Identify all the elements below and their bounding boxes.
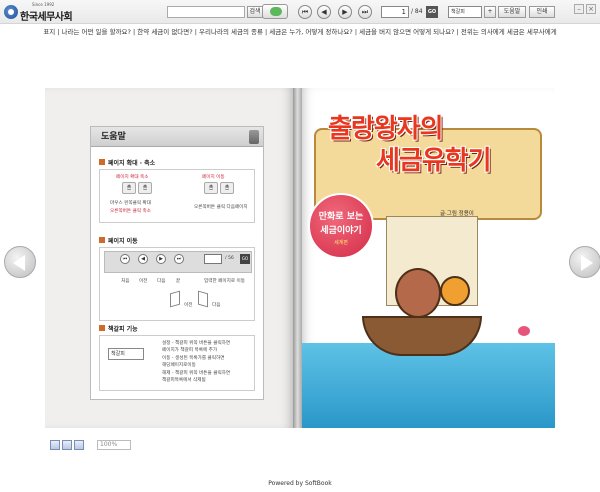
bookmark-select[interactable]: 책갈피 [448,6,482,18]
section-box: 페이지 확대 축소 🖱 🖱 마우스 왼쪽클릭 확대 오른쪽버튼 클릭 축소 페이… [99,169,255,223]
demo-last-icon: ⏭ [174,254,184,264]
balloon-line2: 세금이야기 [320,226,362,236]
mouse-icon: 🖱 [220,182,234,194]
next-page-button[interactable]: ▶ [338,5,352,19]
bookmark-desc5: 해제 - 책갈피 위쪽 버튼을 클릭하면 [162,371,231,376]
demo-bookmark-select: 책갈피 [108,348,144,360]
mouse-icon: 🖱 [204,182,218,194]
demo-go: GO [240,254,250,264]
search-button[interactable]: 검색 [247,6,263,18]
section-title: 책갈피 기능 [99,323,255,333]
page-flip-icon [170,290,180,308]
demo-next-label: 다음 [212,303,221,308]
help-section-zoom: 페이지 확대 · 축소 페이지 확대 축소 🖱 🖱 마우스 왼쪽클릭 확대 오른… [99,157,255,223]
section-title: 페이지 확대 · 축소 [99,157,255,167]
double-page-icon[interactable] [74,440,84,450]
cover-title-line2: 세금유학기 [376,146,492,176]
demo-label-last: 끝 [176,279,181,284]
panel-tab-icon [249,130,259,144]
page-flip-icon [198,290,208,308]
section-bullet-icon [99,325,105,331]
balloon-line1: 만화로 보는 [318,212,364,222]
demo-page-input [204,254,222,264]
demo-input-desc: 입력한 페이지로 이동 [204,279,245,284]
zoom-select[interactable]: 100% [97,440,131,450]
section-box: 책갈피 설정 - 책갈피 위쪽 버튼을 클릭하면 페이지가 책갈피 목록에 추가… [99,335,255,391]
right-page[interactable]: 출랑왕자의 세금유학기 글·그림 정용이 만화로 보는 세금이야기 세계편 [300,88,555,428]
minimize-icon[interactable]: – [574,4,584,14]
mouse-icon: 🖱 [122,182,136,194]
section-bullet-icon [99,159,105,165]
help-panel-header: 도움말 [91,127,263,147]
demo-label-first: 처음 [121,279,130,284]
bookmark-desc2: 페이지가 책갈피 목록에 추가 [162,348,218,353]
mouse-icon: 🖱 [138,182,152,194]
help-button[interactable]: 도움말 [498,6,526,18]
help-title: 도움말 [101,132,126,142]
logo-mark-icon [4,5,18,19]
zoom-desc1: 마우스 왼쪽클릭 확대 [110,201,151,206]
chapter-links[interactable]: 표지 | 나라는 어떤 일을 할까요? | 한약 세금이 없다면? | 우리나라… [0,26,600,36]
demo-total: / 56 [225,256,234,261]
book-spine [293,88,302,428]
page-total: / 84 [411,8,423,15]
top-toolbar: Since 1992 한국세무사회 검색 ⏮ ◀ ▶ ⏭ 1 / 84 GO 책… [0,0,600,24]
last-page-button[interactable]: ⏭ [358,5,372,19]
demo-next-icon: ▶ [156,254,166,264]
bookmark-desc1: 설정 - 책갈피 위쪽 버튼을 클릭하면 [162,341,231,346]
go-button[interactable]: GO [426,6,438,18]
section-title-text: 페이지 이동 [108,237,138,245]
balloon-line3: 세계편 [334,240,348,246]
powered-by: Powered by SoftBook [268,480,332,487]
logo-since: Since 1992 [32,2,55,7]
character-illustration [395,268,441,318]
section-bullet-icon [99,237,105,243]
prev-page-button[interactable]: ◀ [317,5,331,19]
cover-balloon: 만화로 보는 세금이야기 세계편 [308,193,374,259]
help-section-bookmark: 책갈피 기능 책갈피 설정 - 책갈피 위쪽 버튼을 클릭하면 페이지가 책갈피… [99,323,255,391]
demo-first-icon: ⏮ [120,254,130,264]
bookmark-add-button[interactable]: + [484,6,496,18]
bookmark-desc3: 이동 - 생성된 목록가를 클릭하면 [162,356,225,361]
zoom-label: 페이지 확대 축소 [116,175,149,180]
demo-prev-icon: ◀ [138,254,148,264]
print-button[interactable]: 인쇄 [529,6,555,18]
section-title-text: 페이지 확대 · 축소 [108,159,156,167]
next-page-arrow-icon[interactable] [569,246,600,278]
page-number-input[interactable]: 1 [381,6,409,18]
thumbnail-view-icon[interactable] [50,440,60,450]
cloud-button[interactable] [262,4,288,19]
zoom-desc2: 오른쪽버튼 클릭 축소 [110,209,151,214]
demo-label-prev: 이전 [139,279,148,284]
logo-name: 한국세무사회 [20,12,73,23]
bookmark-desc6: 책갈피목록에서 삭제됨 [162,378,206,383]
demo-prev-label: 이전 [184,303,193,308]
help-panel: 도움말 페이지 확대 · 축소 페이지 확대 축소 🖱 🖱 마우스 왼쪽클릭 확… [90,126,264,400]
section-title: 페이지 이동 [99,235,255,245]
single-page-icon[interactable] [62,440,72,450]
fish-illustration [518,326,530,336]
cloud-icon [270,7,282,16]
first-page-button[interactable]: ⏮ [298,5,312,19]
prev-page-arrow-icon[interactable] [4,246,36,278]
bookmark-desc4: 해당페이지로이동 [162,363,196,368]
character-illustration [440,276,470,306]
logo: Since 1992 한국세무사회 [4,2,73,23]
demo-label-next: 다음 [157,279,166,284]
help-section-navigation: 페이지 이동 ⏮ ◀ ▶ ⏭ / 56 GO 처음 이전 다음 끝 입력한 페이… [99,235,255,321]
close-icon[interactable]: × [586,4,596,14]
search-input[interactable] [167,6,245,18]
section-box: ⏮ ◀ ▶ ⏭ / 56 GO 처음 이전 다음 끝 입력한 페이지로 이동 이… [99,247,255,321]
move-desc: 오른쪽버튼 클릭 다음페이지 [194,205,248,210]
section-title-text: 책갈피 기능 [108,325,138,333]
move-label: 페이지 이동 [202,175,225,180]
